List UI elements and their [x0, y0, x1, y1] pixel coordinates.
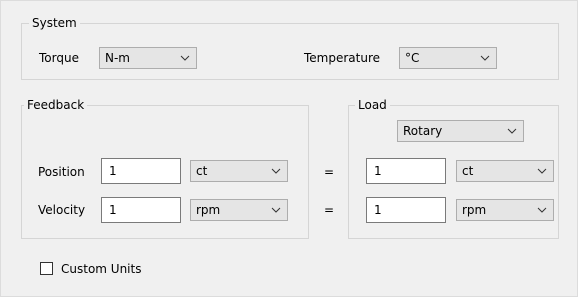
torque-label: Torque	[39, 51, 79, 65]
chevron-down-icon	[271, 168, 281, 174]
chevron-down-icon	[537, 168, 547, 174]
chevron-down-icon	[180, 55, 190, 61]
custom-units-checkbox[interactable]	[40, 262, 53, 275]
position-label: Position	[38, 165, 85, 179]
load-velocity-unit-value: rpm	[462, 203, 487, 217]
load-position-value: 1	[374, 164, 382, 178]
velocity-label: Velocity	[38, 203, 86, 217]
load-position-input[interactable]: 1	[366, 158, 446, 184]
custom-units-label[interactable]: Custom Units	[61, 262, 141, 277]
velocity-equals-sign: =	[324, 203, 335, 217]
load-motion-type-value: Rotary	[403, 124, 443, 138]
position-equals-sign: =	[324, 165, 335, 179]
load-position-unit-value: ct	[462, 164, 474, 178]
system-group-title: System	[29, 16, 80, 31]
chevron-down-icon	[480, 55, 490, 61]
feedback-velocity-unit-select[interactable]: rpm	[190, 199, 288, 221]
load-motion-type-select[interactable]: Rotary	[397, 120, 524, 142]
feedback-position-unit-value: ct	[196, 164, 208, 178]
load-velocity-unit-select[interactable]: rpm	[456, 199, 554, 221]
load-velocity-input[interactable]: 1	[366, 197, 446, 223]
torque-unit-value: N-m	[105, 51, 130, 65]
feedback-velocity-unit-value: rpm	[196, 203, 221, 217]
torque-unit-select[interactable]: N-m	[99, 47, 197, 69]
load-group-title: Load	[355, 98, 390, 113]
chevron-down-icon	[507, 128, 517, 134]
load-position-unit-select[interactable]: ct	[456, 160, 554, 182]
feedback-position-input[interactable]: 1	[101, 158, 181, 184]
chevron-down-icon	[537, 207, 547, 213]
feedback-position-unit-select[interactable]: ct	[190, 160, 288, 182]
load-velocity-value: 1	[374, 203, 382, 217]
temperature-unit-select[interactable]: °C	[399, 47, 497, 69]
chevron-down-icon	[271, 207, 281, 213]
feedback-velocity-value: 1	[109, 203, 117, 217]
feedback-group-title: Feedback	[24, 98, 88, 113]
feedback-velocity-input[interactable]: 1	[101, 197, 181, 223]
temperature-unit-value: °C	[405, 51, 420, 65]
temperature-label: Temperature	[304, 51, 381, 65]
feedback-position-value: 1	[109, 164, 117, 178]
